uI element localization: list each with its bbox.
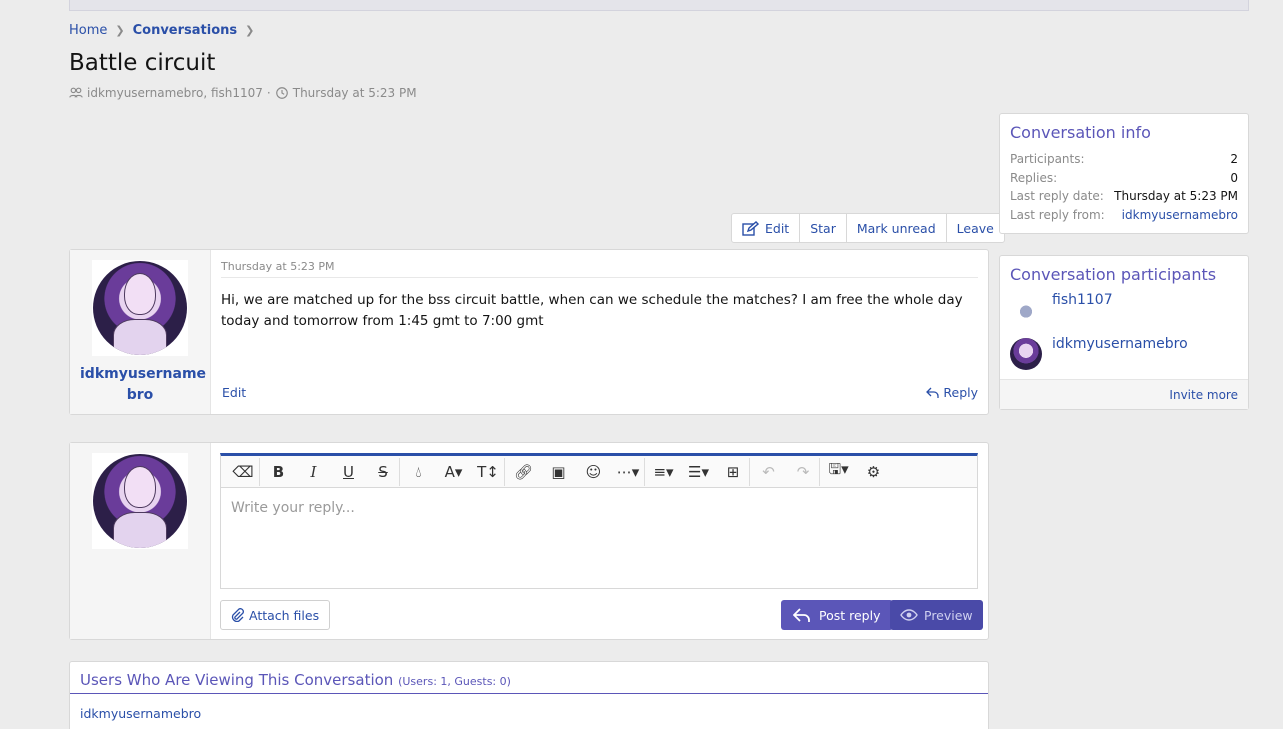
participant-name[interactable]: fish1107	[1052, 292, 1113, 308]
conversation-date[interactable]: Thursday at 5:23 PM	[293, 86, 417, 100]
info-row-last-reply-date: Last reply date: Thursday at 5:23 PM	[1000, 187, 1248, 206]
reply-icon	[793, 607, 810, 622]
smiley-icon[interactable]: ☺	[577, 458, 610, 486]
meta-separator: ·	[266, 86, 271, 100]
conversation-participants-block: Conversation participants fish1107 idkmy…	[999, 255, 1249, 410]
message-edit-link[interactable]: Edit	[222, 385, 246, 400]
top-nav-bar	[69, 0, 1249, 11]
editor: ⌫ B I U S 💧︎ A▾ T↕ 🔗︎ ▣ ☺ ⋯▾ ≡▾ ☰▾ ⊞ ↶ ↷…	[220, 453, 978, 589]
avatar[interactable]	[92, 260, 188, 356]
breadcrumb-conversations[interactable]: Conversations	[133, 23, 238, 38]
users-viewing-counts: (Users: 1, Guests: 0)	[398, 675, 511, 688]
font-size-icon[interactable]: T↕	[472, 457, 505, 486]
info-value: 0	[1230, 170, 1238, 185]
participant-name[interactable]: idkmyusernamebro	[1052, 336, 1188, 352]
reply-user	[70, 443, 211, 639]
paperclip-icon	[231, 608, 244, 622]
clock-icon	[275, 87, 288, 99]
message-username[interactable]: idkmyusername bro	[80, 364, 207, 406]
leave-button[interactable]: Leave	[947, 214, 1004, 242]
conversation-meta: idkmyusernamebro, fish1107 · Thursday at…	[69, 86, 417, 100]
users-viewing-block: Users Who Are Viewing This Conversation …	[69, 661, 989, 729]
reply-label: Reply	[943, 385, 978, 400]
edit-conversation-button[interactable]: Edit	[732, 214, 801, 242]
reply-placeholder: Write your reply...	[231, 500, 355, 516]
underline-icon[interactable]: U	[332, 458, 365, 486]
users-icon	[69, 87, 83, 98]
preview-button[interactable]: Preview	[890, 600, 983, 630]
message: idkmyusername bro Thursday at 5:23 PM Hi…	[69, 249, 989, 415]
info-key: Replies:	[1010, 170, 1058, 185]
message-user: idkmyusername bro	[70, 250, 211, 414]
undo-icon[interactable]: ↶	[752, 458, 785, 486]
list-icon[interactable]: ☰▾	[682, 458, 715, 486]
participants-title: Conversation participants	[1010, 265, 1217, 284]
message-date[interactable]: Thursday at 5:23 PM	[221, 260, 978, 278]
info-value: 2	[1230, 152, 1238, 166]
info-row-last-reply-from: Last reply from: idkmyusernamebro	[1000, 206, 1248, 225]
info-value-user-link[interactable]: idkmyusernamebro	[1122, 206, 1238, 225]
table-icon[interactable]: ⊞	[717, 457, 750, 486]
message-body: Hi, we are matched up for the bss circui…	[221, 292, 963, 329]
avatar-image	[93, 454, 187, 548]
chevron-right-icon: ❯	[115, 24, 125, 37]
users-viewing-title: Users Who Are Viewing This Conversation	[80, 671, 394, 689]
invite-more-link[interactable]: Invite more	[1000, 379, 1248, 409]
participant-names[interactable]: idkmyusernamebro, fish1107	[87, 86, 263, 100]
avatar[interactable]	[1010, 294, 1042, 326]
info-row-participants: Participants: 2	[1000, 150, 1248, 169]
info-key: Participants:	[1010, 152, 1085, 166]
message-content: Thursday at 5:23 PM Hi, we are matched u…	[211, 250, 988, 414]
drafts-icon[interactable]: 🖫︎▾	[822, 458, 855, 486]
info-value[interactable]: Thursday at 5:23 PM	[1114, 187, 1238, 206]
star-button[interactable]: Star	[800, 214, 847, 242]
conversation-info-title: Conversation info	[1010, 123, 1151, 142]
username-line2: bro	[126, 387, 154, 403]
link-icon[interactable]: 🔗︎	[507, 458, 540, 486]
redo-icon[interactable]: ↷	[787, 457, 820, 486]
eye-icon	[900, 609, 918, 621]
attach-label: Attach files	[249, 607, 320, 623]
avatar[interactable]	[92, 453, 188, 549]
page-title: Battle circuit	[69, 50, 216, 76]
participant-item: idkmyusernamebro	[1000, 336, 1248, 380]
chevron-right-icon: ❯	[245, 24, 255, 37]
edit-icon	[742, 220, 759, 236]
reply-icon	[926, 387, 940, 398]
text-color-icon[interactable]: 💧︎	[402, 458, 435, 486]
message-reply-button[interactable]: Reply	[926, 385, 978, 400]
breadcrumb-home[interactable]: Home	[69, 23, 107, 38]
edit-label: Edit	[765, 220, 790, 236]
viewing-user-link[interactable]: idkmyusernamebro	[70, 694, 988, 729]
post-reply-button[interactable]: Post reply	[781, 600, 893, 630]
post-reply-label: Post reply	[819, 607, 881, 623]
image-icon[interactable]: ▣	[542, 458, 575, 486]
italic-icon[interactable]: I	[297, 458, 330, 486]
attach-files-button[interactable]: Attach files	[220, 600, 331, 630]
more-icon[interactable]: ⋯▾	[612, 457, 645, 486]
breadcrumb: Home ❯ Conversations ❯	[69, 23, 262, 38]
clear-format-icon[interactable]: ⌫	[227, 457, 260, 486]
participant-item: fish1107	[1000, 292, 1248, 336]
font-family-icon[interactable]: A▾	[437, 458, 470, 486]
info-key: Last reply from:	[1010, 207, 1105, 222]
bold-icon[interactable]: B	[262, 458, 295, 486]
conversation-info-block: Conversation info Participants: 2 Replie…	[999, 113, 1249, 234]
users-viewing-header: Users Who Are Viewing This Conversation …	[70, 662, 988, 694]
username-line1: idkmyusername	[80, 366, 207, 382]
reply-textarea[interactable]: Write your reply...	[220, 488, 978, 589]
conversation-actions: Edit Star Mark unread Leave	[731, 213, 1005, 243]
avatar-image	[93, 261, 187, 355]
preview-label: Preview	[924, 607, 973, 623]
quick-reply: ⌫ B I U S 💧︎ A▾ T↕ 🔗︎ ▣ ☺ ⋯▾ ≡▾ ☰▾ ⊞ ↶ ↷…	[69, 442, 989, 640]
mark-unread-button[interactable]: Mark unread	[847, 214, 947, 242]
strikethrough-icon[interactable]: S	[367, 457, 400, 486]
settings-gear-icon[interactable]: ⚙	[857, 458, 890, 486]
avatar[interactable]	[1010, 338, 1042, 370]
align-icon[interactable]: ≡▾	[647, 458, 680, 486]
editor-toolbar: ⌫ B I U S 💧︎ A▾ T↕ 🔗︎ ▣ ☺ ⋯▾ ≡▾ ☰▾ ⊞ ↶ ↷…	[220, 453, 978, 488]
info-row-replies: Replies: 0	[1000, 169, 1248, 188]
info-key: Last reply date:	[1010, 189, 1104, 203]
